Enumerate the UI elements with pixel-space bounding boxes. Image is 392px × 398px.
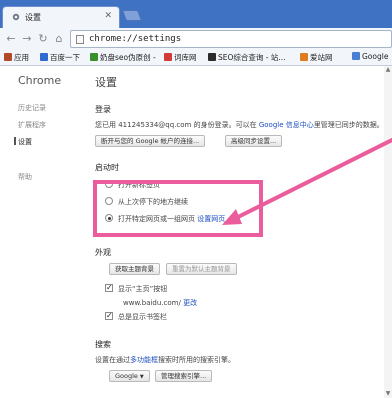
show-home-checkbox[interactable]: ✓ <box>105 284 113 292</box>
bookmark-baidu[interactable]: 百度一下 <box>40 52 80 64</box>
site-icon <box>300 53 308 61</box>
address-bar[interactable]: chrome://settings <box>70 30 392 48</box>
new-tab-button[interactable] <box>121 10 143 21</box>
site-icon <box>164 53 172 61</box>
bookmark-apps[interactable]: 应用 <box>4 52 29 64</box>
section-login-title: 登录 <box>95 105 111 114</box>
google-dashboard-link[interactable]: Google 信息中心 <box>259 121 314 129</box>
scroll-up-icon[interactable]: ▲ <box>384 66 392 74</box>
forward-icon[interactable]: → <box>20 32 34 46</box>
reload-icon[interactable]: ↻ <box>36 32 50 46</box>
tab-title: 设置 <box>25 13 41 22</box>
sidebar-item-history[interactable]: 历史记录 <box>18 103 46 113</box>
home-icon[interactable]: ⌂ <box>52 32 66 46</box>
site-icon <box>208 53 216 61</box>
toolbar: ← → ↻ ⌂ chrome://settings <box>0 28 392 50</box>
sidebar-item-settings[interactable]: 设置 <box>18 137 32 147</box>
back-icon[interactable]: ← <box>4 32 18 46</box>
home-url: www.baidu.com/ 更改 <box>123 299 198 307</box>
bookmarks-bar: 应用 百度一下 奶盘seo伪原创 - 词库网 SEO综合查询 - 站... 爱站… <box>0 50 392 66</box>
annotation-highlight-box <box>93 180 263 237</box>
bookmark-ciku[interactable]: 词库网 <box>164 52 197 64</box>
chevron-down-icon: ▼ <box>139 374 144 380</box>
scrollbar[interactable]: ▲ ▼ <box>384 66 392 398</box>
chrome-logo-text: Chrome <box>18 74 62 87</box>
active-indicator <box>14 137 16 145</box>
page-title: 设置 <box>95 76 117 89</box>
label-show-home: 显示“主页”按钮 <box>118 285 168 293</box>
page-icon <box>76 35 84 44</box>
sidebar-item-extensions[interactable]: 扩展程序 <box>18 120 46 130</box>
label-show-bookmarks: 总是显示书签栏 <box>118 313 167 321</box>
address-url[interactable]: chrome://settings <box>89 34 181 44</box>
disconnect-account-button[interactable]: 断开与您的 Google 帐户的连接... <box>95 135 206 147</box>
section-appearance-title: 外观 <box>95 248 111 257</box>
reset-theme-button[interactable]: 重置为默认主题背景 <box>166 263 237 275</box>
login-description: 您已用 411245334@qq.com 的身份登录。可以在 Google 信息… <box>95 121 384 129</box>
tab-strip: 设置 ✕ <box>0 0 392 28</box>
bookmark-seo-rewrite[interactable]: 奶盘seo伪原创 - <box>90 52 156 64</box>
change-home-link[interactable]: 更改 <box>183 299 197 307</box>
baidu-icon <box>40 53 48 61</box>
bookmark-google[interactable]: Google <box>352 52 388 64</box>
bookmark-aizhan[interactable]: 爱站网 <box>300 52 333 64</box>
search-engine-select[interactable]: Google ▼ <box>109 370 150 382</box>
show-bookmarks-checkbox[interactable]: ✓ <box>105 312 113 320</box>
omnibox-link[interactable]: 多功能框 <box>130 356 158 364</box>
scroll-down-icon[interactable]: ▼ <box>384 390 392 398</box>
settings-sidebar: Chrome 历史记录 扩展程序 设置 帮助 <box>0 66 86 398</box>
get-themes-button[interactable]: 获取主题背景 <box>109 263 160 275</box>
search-description: 设置在通过多功能框搜索时所用的搜索引擎。 <box>95 356 235 364</box>
advanced-sync-button[interactable]: 高级同步设置... <box>225 135 283 147</box>
bookmark-seo-query[interactable]: SEO综合查询 - 站... <box>208 52 286 64</box>
section-search-title: 搜索 <box>95 340 111 349</box>
site-icon <box>90 53 98 61</box>
apps-icon <box>4 53 12 61</box>
close-icon[interactable]: ✕ <box>104 11 112 21</box>
sidebar-item-help[interactable]: 帮助 <box>18 172 32 182</box>
google-icon <box>352 52 360 60</box>
tab-settings[interactable]: 设置 ✕ <box>2 6 120 28</box>
manage-search-engines-button[interactable]: 管理搜索引擎... <box>155 370 213 382</box>
section-startup-title: 启动时 <box>95 163 119 172</box>
gear-icon <box>12 13 20 21</box>
